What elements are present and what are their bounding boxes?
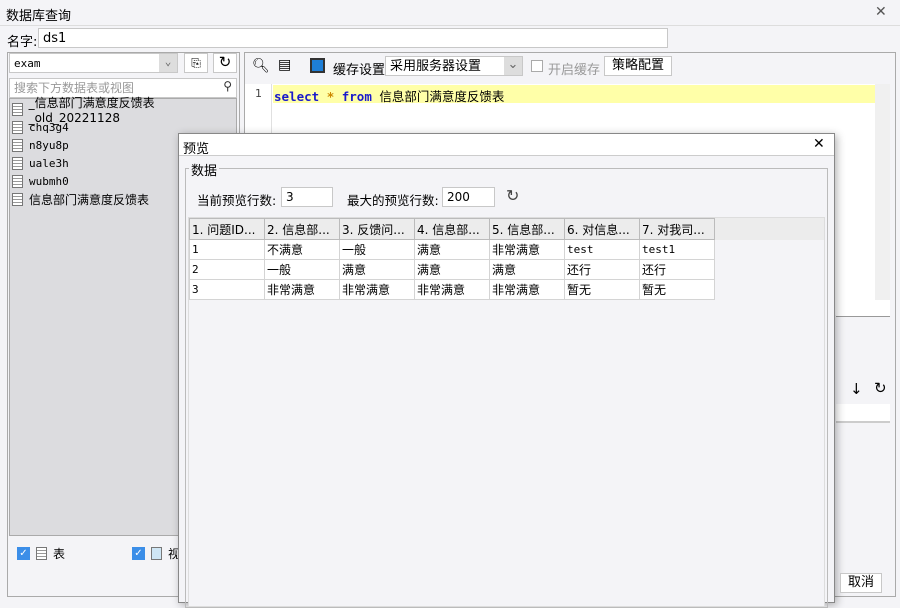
name-label: 名字: — [7, 35, 38, 50]
sql-keyword: select — [274, 89, 320, 104]
table-cell: test1 — [639, 239, 715, 260]
table-cell: 还行 — [564, 259, 640, 280]
chevron-down-icon: ⌄ — [159, 54, 177, 72]
list-item[interactable]: n8yu8p — [12, 136, 69, 154]
table-cell: 一般 — [339, 239, 415, 260]
checkbox-label: 表 — [53, 547, 66, 561]
group-label: 数据 — [189, 160, 220, 179]
table-icon — [12, 120, 23, 134]
enable-cache-label: 开启缓存 — [548, 63, 601, 78]
column-header[interactable]: 7. 对我司... — [639, 218, 715, 240]
view-icon — [151, 547, 162, 560]
current-rows-label: 当前预览行数: — [197, 193, 277, 208]
cancel-button[interactable]: 取消 — [840, 573, 882, 593]
table-cell: 满意 — [414, 239, 490, 260]
show-tables-checkbox[interactable]: ✓ 表 — [17, 545, 65, 562]
table-cell: 非常满意 — [414, 279, 490, 300]
cache-select[interactable]: 采用服务器设置 ⌄ — [385, 56, 523, 76]
editor-scrollbar[interactable] — [875, 84, 890, 315]
show-views-checkbox[interactable]: ✓ 视 — [132, 545, 180, 562]
list-item[interactable]: _信息部门满意度反馈表_old_20221128 — [12, 96, 236, 125]
column-header[interactable]: 6. 对信息... — [564, 218, 640, 240]
database-select[interactable]: exam ⌄ — [9, 53, 178, 73]
checkbox-checked-icon: ✓ — [132, 547, 145, 560]
table-cell: 还行 — [639, 259, 715, 280]
table-cell: 满意 — [339, 259, 415, 280]
table-cell: 非常满意 — [489, 239, 565, 260]
dialog-title: 预览 — [183, 142, 210, 157]
search-icon: ⚲ — [223, 79, 232, 93]
name-input[interactable]: ds1 — [38, 28, 668, 48]
dialog-titlebar — [179, 134, 834, 156]
table-cell: 2 — [189, 259, 265, 280]
sql-table: 信息部门满意度反馈表 — [379, 89, 505, 104]
cache-select-value: 采用服务器设置 — [390, 59, 482, 74]
arrow-down-icon[interactable]: ↓ — [850, 380, 863, 398]
current-rows-input[interactable]: 3 — [281, 187, 333, 207]
window-title: 数据库查询 — [6, 9, 72, 24]
table-cell: 暂无 — [564, 279, 640, 300]
refresh-icon[interactable]: ↻ — [506, 186, 519, 205]
table-cell: 非常满意 — [339, 279, 415, 300]
table-icon — [12, 156, 23, 170]
column-header[interactable]: 5. 信息部... — [489, 218, 565, 240]
column-header[interactable]: 1. 问题ID... — [189, 218, 265, 240]
enable-cache-checkbox[interactable] — [531, 60, 543, 72]
table-cell: 1 — [189, 239, 265, 260]
table-cell: 不满意 — [264, 239, 340, 260]
cache-label: 缓存设置 — [333, 63, 386, 78]
table-row[interactable]: 3 非常满意 非常满意 非常满意 非常满意 暂无 暂无 — [189, 279, 715, 300]
max-rows-label: 最大的预览行数: — [347, 193, 439, 208]
sql-star: * — [326, 89, 335, 104]
list-item[interactable]: 信息部门满意度反馈表 — [12, 190, 149, 208]
db-value: exam — [14, 57, 41, 70]
column-header[interactable]: 2. 信息部... — [264, 218, 340, 240]
table-cell: 满意 — [414, 259, 490, 280]
table-icon — [12, 102, 23, 116]
table-icon — [12, 138, 23, 152]
preview-table: 1. 问题ID... 2. 信息部... 3. 反馈问... 4. 信息部... 5. … — [189, 218, 715, 300]
table-cell: 一般 — [264, 259, 340, 280]
table-cell: 满意 — [489, 259, 565, 280]
table-name: uale3h — [29, 156, 69, 170]
column-header[interactable]: 3. 反馈问... — [339, 218, 415, 240]
close-icon[interactable]: ✕ — [813, 136, 825, 152]
chevron-down-icon: ⌄ — [504, 57, 522, 75]
preview-icon[interactable]: 🔍︎ — [252, 58, 270, 74]
sql-preview-button[interactable]: ⎘ — [184, 53, 208, 73]
strategy-button[interactable]: 策略配置 — [604, 56, 672, 76]
line-number: 1 — [255, 87, 262, 100]
table-name: n8yu8p — [29, 138, 69, 152]
list-item[interactable]: uale3h — [12, 154, 69, 172]
preview-dialog: 预览 ✕ 数据 当前预览行数: 3 最大的预览行数: 200 ↻ 1. 问题ID… — [178, 133, 835, 608]
table-cell: 3 — [189, 279, 265, 300]
column-header[interactable]: 4. 信息部... — [414, 218, 490, 240]
list-item[interactable]: chq3g4 — [12, 118, 69, 136]
table-cell: 非常满意 — [489, 279, 565, 300]
table-name: chq3g4 — [29, 120, 69, 134]
table-cell: test — [564, 239, 640, 260]
checkbox-checked-icon: ✓ — [17, 547, 30, 560]
table-cell: 暂无 — [639, 279, 715, 300]
max-rows-input[interactable]: 200 — [442, 187, 495, 207]
sql-icon[interactable]: ▤ — [278, 57, 291, 73]
table-icon — [12, 174, 23, 188]
table-icon — [36, 547, 47, 560]
table-cell: 非常满意 — [264, 279, 340, 300]
cache-icon — [310, 58, 325, 73]
table-name: 信息部门满意度反馈表 — [29, 192, 150, 207]
table-row[interactable]: 2 一般 满意 满意 满意 还行 还行 — [189, 259, 715, 280]
sql-text: select * from 信息部门满意度反馈表 — [274, 86, 504, 105]
sql-keyword: from — [341, 89, 372, 104]
refresh-icon[interactable]: ↻ — [213, 53, 237, 73]
close-icon[interactable]: ✕ — [875, 4, 887, 20]
list-item[interactable]: wubmh0 — [12, 172, 69, 190]
table-icon — [12, 192, 23, 206]
refresh-icon[interactable]: ↻ — [874, 379, 887, 397]
table-row[interactable]: 1 不满意 一般 满意 非常满意 test test1 — [189, 239, 715, 260]
table-name: wubmh0 — [29, 174, 69, 188]
